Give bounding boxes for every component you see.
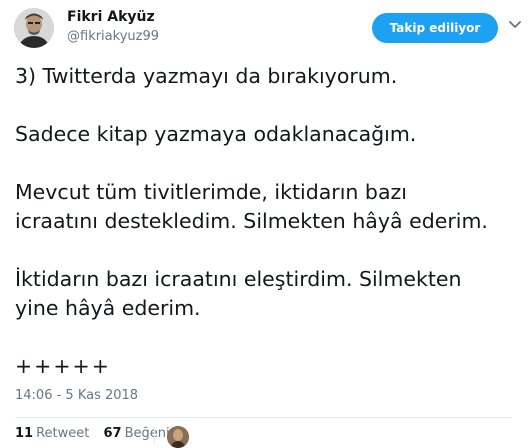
following-button[interactable]: Takip ediliyor (372, 13, 498, 43)
chevron-down-icon[interactable] (508, 18, 522, 32)
tweet-timestamp[interactable]: 14:06 - 5 Kas 2018 (15, 388, 138, 403)
tweet-line: Sadece kitap yazmaya odaklanacağım. (15, 122, 417, 146)
tweet-text: 3) Twitterda yazmayı da bırakıyorum. Sad… (15, 62, 515, 381)
liker-avatar[interactable] (167, 426, 189, 448)
author-handle[interactable]: @fikriakyuz99 (67, 29, 159, 44)
tweet-line: 3) Twitterda yazmayı da bırakıyorum. (15, 64, 398, 88)
tweet-line: Mevcut tüm tivitlerimde, iktidarın bazı … (15, 180, 488, 233)
stats-divider (154, 426, 155, 446)
author-display-name[interactable]: Fikri Akyüz (67, 9, 155, 25)
avatar[interactable] (14, 8, 54, 48)
divider (15, 417, 512, 418)
tweet-line: +++++ (15, 354, 111, 378)
tweet-line: İktidarın bazı icraatını eleştirdim. Sil… (15, 267, 462, 320)
tweet-header: Fikri Akyüz @fikriakyuz99 Takip ediliyor (0, 0, 528, 56)
